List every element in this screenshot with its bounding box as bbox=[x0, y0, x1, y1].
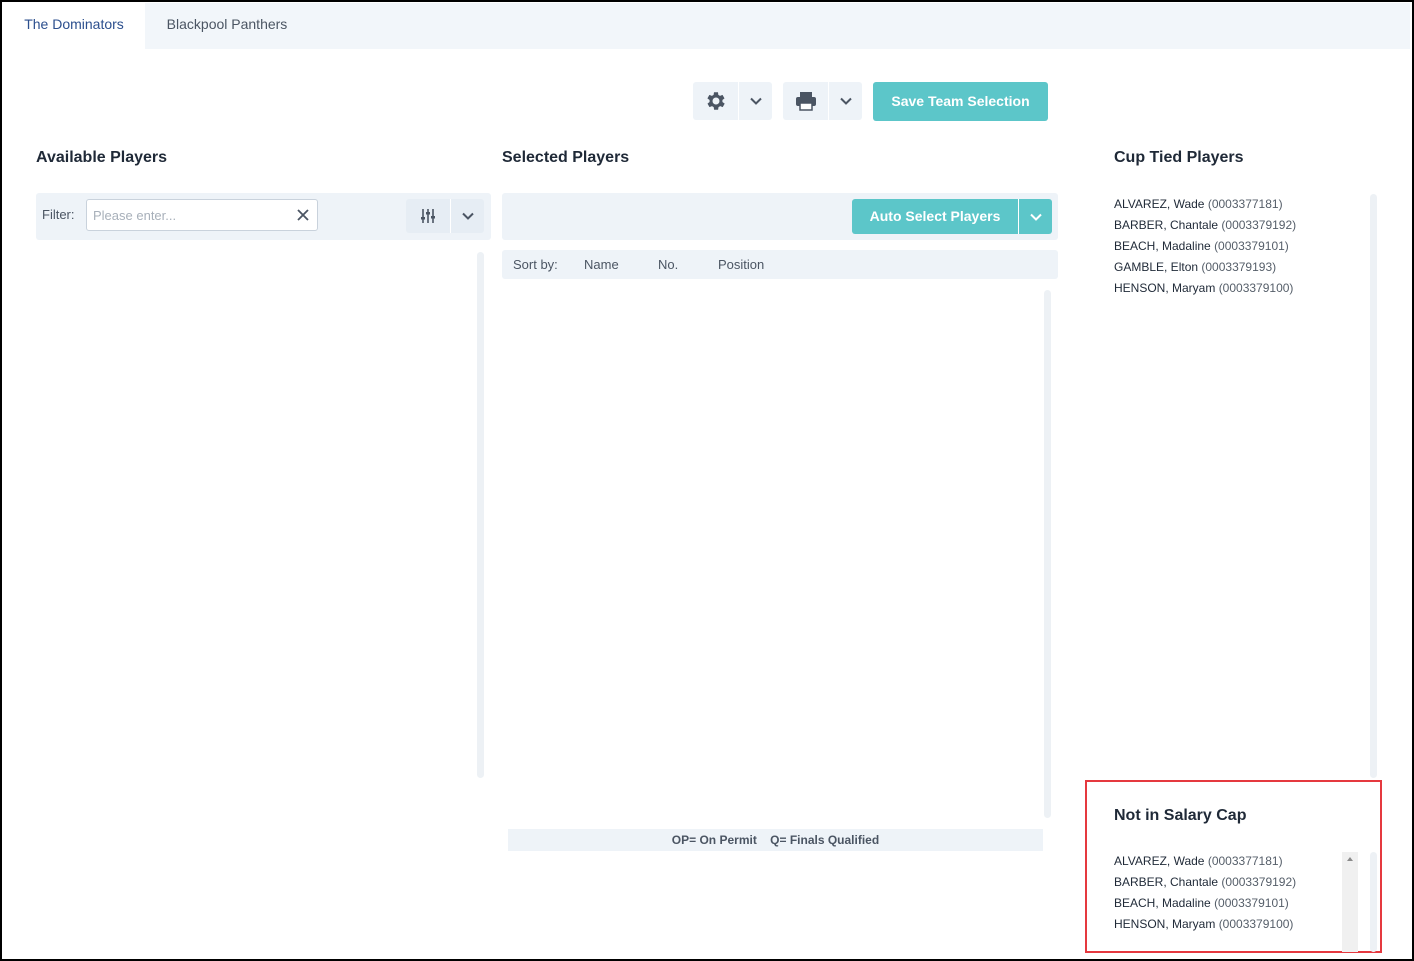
filter-options-split-button bbox=[406, 199, 484, 233]
scroll-up-arrow-icon[interactable] bbox=[1342, 852, 1358, 866]
tab-blackpool-panthers[interactable]: Blackpool Panthers bbox=[145, 3, 309, 49]
chevron-down-icon bbox=[461, 212, 474, 220]
auto-select-players-button[interactable]: Auto Select Players bbox=[852, 199, 1018, 234]
auto-select-dropdown-button[interactable] bbox=[1019, 199, 1052, 234]
cup-tied-scrollbar[interactable] bbox=[1370, 194, 1377, 778]
chevron-down-icon bbox=[839, 97, 852, 105]
print-button[interactable] bbox=[783, 82, 828, 120]
not-in-salary-cap-title: Not in Salary Cap bbox=[1114, 807, 1247, 824]
selected-players-toolbar: Auto Select Players bbox=[502, 193, 1058, 240]
filter-bar: Filter: bbox=[36, 193, 491, 240]
filter-dropdown-button[interactable] bbox=[451, 199, 484, 233]
tab-the-dominators[interactable]: The Dominators bbox=[3, 3, 145, 49]
printer-icon bbox=[795, 92, 816, 111]
sort-bar: Sort by: Name No. Position bbox=[502, 250, 1058, 279]
sort-by-position[interactable]: Position bbox=[718, 250, 764, 279]
print-split-button bbox=[783, 82, 862, 120]
close-icon bbox=[297, 209, 309, 221]
selected-players-scrollbar[interactable] bbox=[1044, 290, 1051, 818]
cup-tied-players-title: Cup Tied Players bbox=[1114, 149, 1244, 166]
sort-by-number[interactable]: No. bbox=[658, 250, 678, 279]
list-item: BEACH, Madaline (0003379101) bbox=[1114, 896, 1289, 910]
auto-select-split-button: Auto Select Players bbox=[852, 199, 1052, 234]
list-item: BARBER, Chantale (0003379192) bbox=[1114, 218, 1297, 232]
clear-filter-button[interactable] bbox=[294, 206, 312, 224]
available-players-scrollbar[interactable] bbox=[477, 252, 484, 778]
print-dropdown-button[interactable] bbox=[829, 82, 862, 120]
list-item: ALVAREZ, Wade (0003377181) bbox=[1114, 854, 1283, 868]
salary-cap-outer-scrollbar[interactable] bbox=[1370, 852, 1377, 952]
salary-cap-players-list: ALVAREZ, Wade (0003377181) BARBER, Chant… bbox=[1114, 851, 1296, 935]
chevron-down-icon bbox=[749, 97, 762, 105]
position-legend: OP= On Permit Q= Finals Qualified bbox=[508, 829, 1043, 851]
list-item: HENSON, Maryam (0003379100) bbox=[1114, 917, 1294, 931]
available-players-title: Available Players bbox=[36, 149, 168, 166]
list-item: BARBER, Chantale (0003379192) bbox=[1114, 875, 1297, 889]
settings-button[interactable] bbox=[693, 82, 738, 120]
sort-label: Sort by: bbox=[513, 257, 558, 272]
list-item: BEACH, Madaline (0003379101) bbox=[1114, 239, 1289, 253]
filter-options-button[interactable] bbox=[406, 199, 450, 233]
save-team-selection-button[interactable]: Save Team Selection bbox=[873, 82, 1048, 121]
settings-split-button bbox=[693, 82, 772, 120]
chevron-down-icon bbox=[1029, 213, 1042, 221]
gear-icon bbox=[706, 92, 725, 110]
selected-players-title: Selected Players bbox=[502, 149, 630, 166]
list-item: ALVAREZ, Wade (0003377181) bbox=[1114, 197, 1283, 211]
list-item: GAMBLE, Elton (0003379193) bbox=[1114, 260, 1277, 274]
filter-input[interactable] bbox=[86, 199, 318, 231]
sliders-icon bbox=[421, 209, 435, 223]
settings-dropdown-button[interactable] bbox=[739, 82, 772, 120]
list-item: HENSON, Maryam (0003379100) bbox=[1114, 281, 1294, 295]
sort-by-name[interactable]: Name bbox=[584, 250, 619, 279]
salary-cap-scrollbar[interactable] bbox=[1342, 852, 1358, 952]
cup-tied-players-list: ALVAREZ, Wade (0003377181) BARBER, Chant… bbox=[1114, 194, 1296, 299]
filter-label: Filter: bbox=[42, 207, 75, 222]
